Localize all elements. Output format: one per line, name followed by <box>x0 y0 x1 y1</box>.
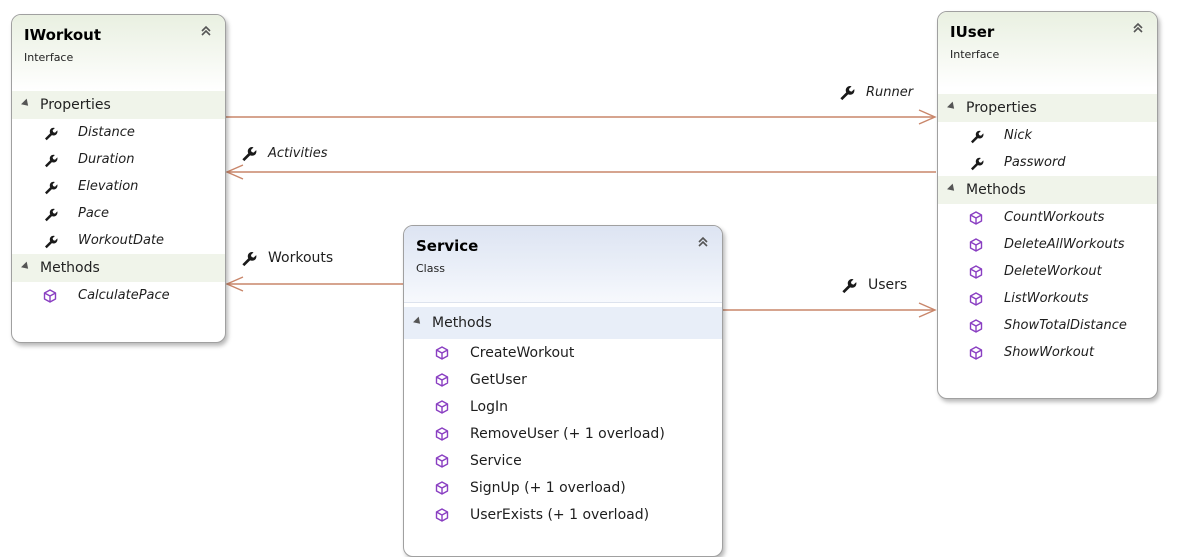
method-item[interactable]: ShowTotalDistance <box>938 312 1157 339</box>
users-arrowhead <box>918 302 937 318</box>
triangle-expanded-icon[interactable] <box>947 183 957 194</box>
activities-label[interactable]: Activities <box>238 144 328 162</box>
wrench-icon <box>42 152 58 168</box>
box-stereotype: Interface <box>24 51 74 64</box>
properties-list: Nick Password <box>938 122 1157 176</box>
triangle-expanded-icon[interactable] <box>21 98 31 109</box>
methods-section-header[interactable]: Methods <box>938 176 1157 204</box>
method-item[interactable]: ShowWorkout <box>938 339 1157 366</box>
service-box[interactable]: Service Class Methods CreateWorkout GetU… <box>403 225 723 557</box>
property-item[interactable]: Password <box>938 149 1157 176</box>
users-label[interactable]: Users <box>838 276 907 294</box>
methods-list: CreateWorkout GetUser LogIn RemoveUser (… <box>404 339 722 528</box>
property-item[interactable]: Nick <box>938 122 1157 149</box>
methods-list: CalculatePace <box>12 282 225 309</box>
wrench-icon <box>968 128 984 144</box>
wrench-icon <box>42 179 58 195</box>
cube-icon <box>434 426 450 442</box>
wrench-icon <box>238 144 258 162</box>
cube-icon <box>968 210 984 226</box>
wrench-icon <box>238 249 258 267</box>
service-header: Service Class <box>404 226 722 303</box>
methods-section-header[interactable]: Methods <box>12 254 225 282</box>
box-title: IUser <box>950 23 995 41</box>
method-item[interactable]: CountWorkouts <box>938 204 1157 231</box>
method-item[interactable]: GetUser <box>404 366 722 393</box>
cube-icon <box>968 291 984 307</box>
class-diagram: Runner Activities Workouts Users IWorkou… <box>0 0 1188 557</box>
section-label: Methods <box>966 182 1026 198</box>
method-item[interactable]: Service <box>404 447 722 474</box>
property-item[interactable]: WorkoutDate <box>12 227 225 254</box>
cube-icon <box>434 399 450 415</box>
section-label: Properties <box>966 100 1037 116</box>
wrench-icon <box>42 233 58 249</box>
section-label: Methods <box>432 315 492 331</box>
wrench-icon <box>42 206 58 222</box>
property-item[interactable]: Distance <box>12 119 225 146</box>
cube-icon <box>42 288 58 304</box>
triangle-expanded-icon[interactable] <box>947 101 957 112</box>
cube-icon <box>434 345 450 361</box>
box-stereotype: Class <box>416 262 445 275</box>
runner-arrowhead <box>918 109 937 125</box>
cube-icon <box>968 318 984 334</box>
property-item[interactable]: Pace <box>12 200 225 227</box>
runner-label[interactable]: Runner <box>836 83 913 101</box>
properties-section-header[interactable]: Properties <box>938 94 1157 122</box>
property-item[interactable]: Elevation <box>12 173 225 200</box>
triangle-expanded-icon[interactable] <box>21 261 31 272</box>
property-item[interactable]: Duration <box>12 146 225 173</box>
iuser-box[interactable]: IUser Interface Properties Nick Password… <box>937 11 1158 399</box>
section-label: Methods <box>40 260 100 276</box>
method-item[interactable]: CalculatePace <box>12 282 225 309</box>
method-item[interactable]: CreateWorkout <box>404 339 722 366</box>
box-stereotype: Interface <box>950 48 1000 61</box>
double-chevron-up-icon[interactable] <box>695 234 711 250</box>
cube-icon <box>434 507 450 523</box>
cube-icon <box>968 237 984 253</box>
wrench-icon <box>968 155 984 171</box>
method-item[interactable]: UserExists (+ 1 overload) <box>404 501 722 528</box>
cube-icon <box>968 345 984 361</box>
method-item[interactable]: ListWorkouts <box>938 285 1157 312</box>
activities-arrowhead <box>225 164 244 180</box>
wrench-icon <box>838 276 858 294</box>
box-title: IWorkout <box>24 26 102 44</box>
workouts-label[interactable]: Workouts <box>238 249 333 267</box>
double-chevron-up-icon[interactable] <box>1130 20 1146 36</box>
box-title: Service <box>416 237 479 255</box>
methods-list: CountWorkouts DeleteAllWorkouts DeleteWo… <box>938 204 1157 366</box>
double-chevron-up-icon[interactable] <box>198 23 214 39</box>
iuser-header: IUser Interface <box>938 12 1157 88</box>
methods-section-header[interactable]: Methods <box>404 307 722 339</box>
method-item[interactable]: SignUp (+ 1 overload) <box>404 474 722 501</box>
method-item[interactable]: DeleteAllWorkouts <box>938 231 1157 258</box>
workouts-arrowhead <box>225 276 244 292</box>
cube-icon <box>434 480 450 496</box>
method-item[interactable]: LogIn <box>404 393 722 420</box>
properties-section-header[interactable]: Properties <box>12 91 225 119</box>
properties-list: Distance Duration Elevation Pace Workout… <box>12 119 225 254</box>
wrench-icon <box>836 83 856 101</box>
iworkout-box[interactable]: IWorkout Interface Properties Distance D… <box>11 14 226 343</box>
cube-icon <box>968 264 984 280</box>
cube-icon <box>434 372 450 388</box>
section-label: Properties <box>40 97 111 113</box>
iworkout-header: IWorkout Interface <box>12 15 225 91</box>
wrench-icon <box>42 125 58 141</box>
method-item[interactable]: RemoveUser (+ 1 overload) <box>404 420 722 447</box>
method-item[interactable]: DeleteWorkout <box>938 258 1157 285</box>
cube-icon <box>434 453 450 469</box>
triangle-expanded-icon[interactable] <box>413 316 423 327</box>
